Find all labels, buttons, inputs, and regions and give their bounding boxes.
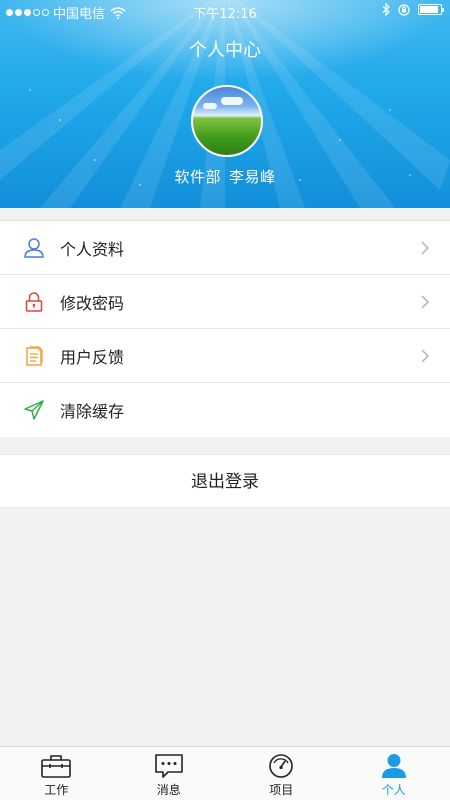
tab-label: 工作 <box>44 783 69 797</box>
profile-header: 中国电信 下午12:16 个人中心 软件部 李易峰 <box>0 0 450 208</box>
tab-label: 消息 <box>156 783 181 797</box>
chevron-right-icon <box>421 349 430 363</box>
paper-plane-icon <box>24 400 44 420</box>
tab-profile[interactable]: 个人 <box>338 747 450 800</box>
avatar-cloud <box>203 103 217 109</box>
avatar[interactable] <box>191 85 263 157</box>
menu-item-clear-cache[interactable]: 清除缓存 <box>0 383 450 437</box>
settings-menu: 个人资料 修改密码 用户反馈 清除缓存 <box>0 220 450 437</box>
logout-button[interactable]: 退出登录 <box>0 454 450 508</box>
tab-messages[interactable]: 消息 <box>113 747 226 800</box>
menu-item-change-password[interactable]: 修改密码 <box>0 275 450 329</box>
tab-label: 项目 <box>269 783 294 797</box>
tab-bar: 工作 消息 项目 个人 <box>0 746 450 800</box>
status-bar: 中国电信 下午12:16 <box>0 0 450 22</box>
menu-item-profile[interactable]: 个人资料 <box>0 221 450 275</box>
orientation-lock-icon <box>398 3 410 16</box>
bluetooth-icon <box>382 3 390 16</box>
user-name-label: 李易峰 <box>229 168 276 186</box>
battery-icon <box>418 4 444 15</box>
person-icon <box>24 237 44 258</box>
gauge-icon <box>269 754 294 778</box>
status-right <box>382 3 444 16</box>
menu-item-label: 用户反馈 <box>60 347 125 367</box>
chat-bubble-icon <box>154 754 183 778</box>
user-info: 软件部 李易峰 <box>0 166 450 187</box>
briefcase-icon <box>41 755 72 778</box>
document-icon <box>26 345 43 366</box>
chevron-right-icon <box>421 241 430 255</box>
battery-level <box>420 6 438 13</box>
menu-item-label: 个人资料 <box>60 239 125 259</box>
page-title: 个人中心 <box>189 40 261 61</box>
avatar-cloud <box>221 97 243 105</box>
menu-item-label: 清除缓存 <box>60 402 125 421</box>
tab-projects[interactable]: 项目 <box>225 747 338 800</box>
menu-item-feedback[interactable]: 用户反馈 <box>0 329 450 383</box>
chevron-right-icon <box>421 295 430 309</box>
menu-item-label: 修改密码 <box>60 293 125 313</box>
person-filled-icon <box>381 754 406 778</box>
tab-work[interactable]: 工作 <box>0 747 113 800</box>
tab-label: 个人 <box>381 783 406 797</box>
lock-icon <box>25 291 43 312</box>
department-label: 软件部 <box>174 168 221 186</box>
